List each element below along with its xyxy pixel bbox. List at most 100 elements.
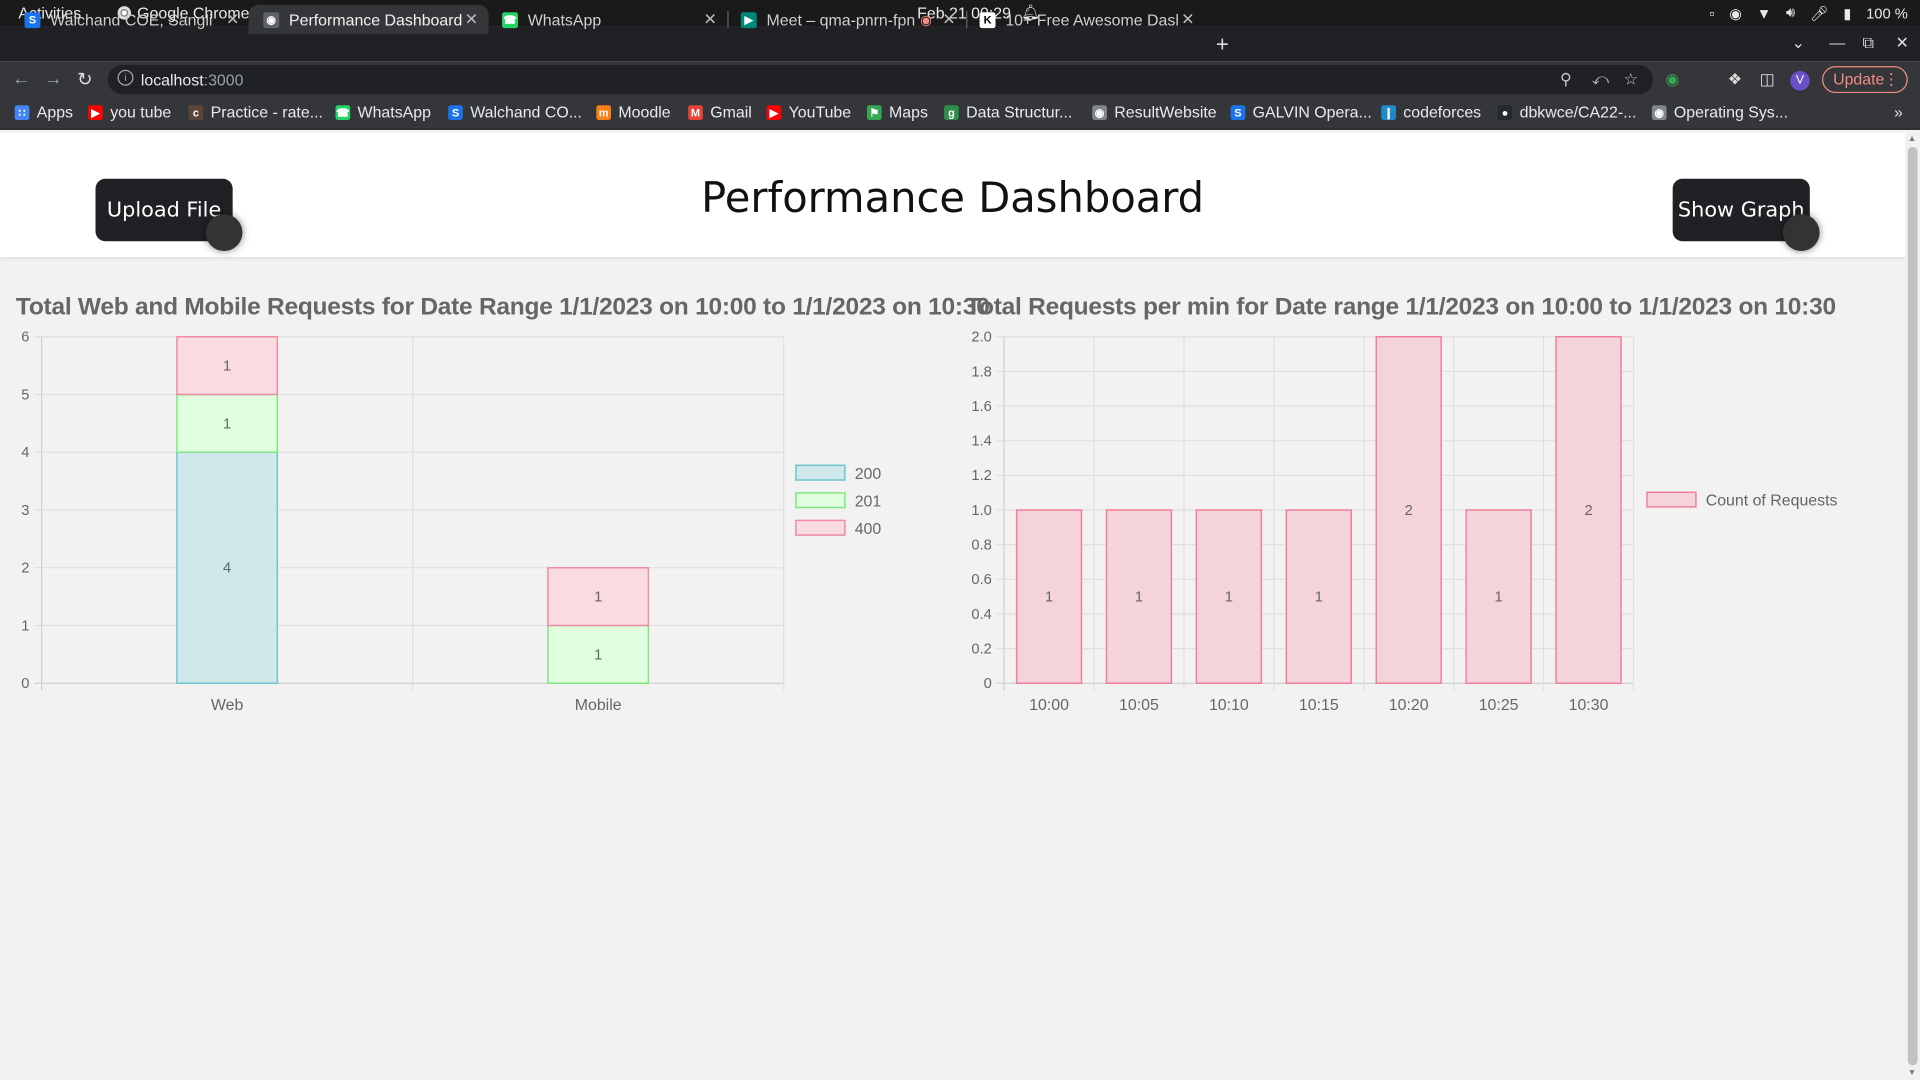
bookmark-label: Gmail (710, 102, 752, 122)
bar-value-label: 1 (223, 416, 231, 432)
y-tick-label: 1.0 (971, 503, 991, 519)
bookmark-dbkwce-ca22[interactable]: ● dbkwce/CA22-... (1497, 102, 1637, 122)
bar-value-label: 1 (594, 590, 602, 606)
forward-icon[interactable]: → (44, 69, 62, 90)
y-tick-label: 1.6 (971, 399, 991, 415)
y-tick-label: 0.6 (971, 572, 991, 588)
close-icon[interactable]: ✕ (1178, 10, 1198, 30)
bookmark-label: Apps (36, 102, 74, 122)
y-tick-label: 0.8 (971, 538, 991, 554)
tab-performance-dashboard[interactable]: ◉ Performance Dashboard ✕ (248, 4, 489, 35)
zoom-icon[interactable]: ⚲ (1560, 70, 1572, 90)
k-icon: K (979, 11, 996, 28)
legend-label: 201 (855, 493, 882, 510)
chart1-title: Total Web and Mobile Requests for Date R… (15, 293, 990, 321)
bar-value-label: 1 (1045, 590, 1053, 606)
bookmark-label: ResultWebsite (1114, 102, 1217, 122)
bookmarks-bar: ∷ Apps ▶ you tube c Practice - rate... ☎ WhatsA… (0, 97, 1920, 130)
bookmark-operating-sys[interactable]: ◉ Operating Sys... (1651, 103, 1788, 121)
microphone-icon: 🎤︎ (1809, 4, 1829, 22)
x-tick-label: Mobile (575, 697, 622, 714)
legend-label: 200 (855, 466, 882, 483)
close-icon[interactable]: ✕ (223, 10, 243, 30)
tab-walchand[interactable]: S Walchand COE, Sangli ✕ (10, 5, 252, 34)
gfg-icon: g (944, 104, 959, 120)
scroll-up-icon[interactable]: ▲ (1908, 135, 1916, 144)
show-graph-button[interactable]: Show Graph (1672, 178, 1820, 252)
y-tick-label: 1.4 (971, 434, 991, 450)
bar-value-label: 1 (1135, 590, 1143, 606)
bar-value-label: 4 (223, 561, 231, 577)
legend-swatch (795, 464, 846, 481)
restore-icon[interactable]: ⧉ (1862, 33, 1873, 53)
y-tick-label: 0 (21, 676, 29, 692)
app-header: Upload File Performance Dashboard Show G… (0, 132, 1906, 258)
bookmark-gmail[interactable]: M Gmail (688, 103, 752, 121)
bookmark-label: Data Structur... (966, 102, 1073, 122)
bookmark-whatsapp[interactable]: ☎ WhatsApp (335, 103, 431, 121)
system-tray[interactable]: ▫ ◉ ▼ 🔊︎ 🎤︎ ▮ 100 % (1709, 4, 1907, 22)
x-tick-label: 10:20 (1389, 697, 1429, 714)
volume-icon: 🔊︎ (1786, 3, 1796, 21)
bookmark-label: dbkwce/CA22-... (1519, 102, 1637, 122)
new-tab-button[interactable]: + (1216, 32, 1229, 58)
bar-value-label: 2 (1584, 503, 1592, 519)
battery-percent: 100 % (1866, 4, 1908, 22)
minimize-icon[interactable]: — (1829, 33, 1845, 51)
codeforces-icon: ❙ (1381, 104, 1396, 120)
site-info-icon[interactable]: i (117, 69, 134, 86)
close-icon[interactable]: ✕ (700, 10, 720, 30)
bar-value-label: 1 (1225, 590, 1233, 606)
whatsapp-icon: ☎ (335, 104, 351, 120)
page-scrollbar[interactable]: ▲ ▼ (1905, 132, 1920, 1080)
bookmark-label: YouTube (788, 102, 852, 122)
bookmark-star-icon[interactable]: ☆ (1624, 70, 1638, 90)
scroll-down-icon[interactable]: ▼ (1908, 1069, 1916, 1078)
bookmark-walchand-co[interactable]: S Walchand CO... (448, 103, 582, 121)
bookmark-apps[interactable]: ∷ Apps (14, 102, 74, 122)
reload-icon[interactable]: ↻ (77, 69, 92, 91)
y-tick-label: 0 (984, 676, 992, 692)
requests-per-minute-chart: 0 0.2 0.4 0.6 0.8 1.0 1.2 1.4 1.6 1.8 2.0 1 1 1 1 2 1 2 10… (971, 330, 1837, 715)
url-port: :3000 (203, 71, 244, 90)
bookmark-practice-rate[interactable]: c Practice - rate... (188, 102, 323, 122)
tab-title: Performance Dashboard (288, 10, 462, 29)
url-host: localhost (140, 71, 204, 90)
bar-value-label: 1 (594, 647, 602, 663)
extensions-icon[interactable]: ❖ (1728, 70, 1742, 90)
bookmark-label: Practice - rate... (210, 102, 323, 122)
back-icon[interactable]: ← (12, 69, 30, 90)
bar-value-label: 2 (1405, 503, 1413, 519)
side-panel-icon[interactable]: ◫ (1760, 70, 1775, 90)
x-tick-label: 10:25 (1479, 697, 1519, 714)
bookmark-label: Moodle (618, 102, 671, 122)
bookmark-you-tube[interactable]: ▶ you tube (88, 103, 171, 121)
bookmark-maps[interactable]: ⚑ Maps (866, 102, 928, 122)
scrollbar-thumb[interactable] (1907, 146, 1918, 1066)
bookmark-youtube[interactable]: ▶ YouTube (766, 102, 852, 122)
bookmark-label: Maps (888, 102, 928, 122)
close-icon[interactable]: ✕ (939, 10, 959, 30)
bookmark-codeforces[interactable]: ❙ codeforces (1381, 103, 1481, 121)
close-icon[interactable]: ✕ (462, 10, 482, 30)
legend-label: 400 (855, 521, 882, 538)
window-close-icon[interactable]: ✕ (1896, 33, 1909, 53)
address-bar[interactable]: i localhost:3000 ⚲ ⤺ ☆ (107, 64, 1654, 95)
bookmark-resultwebsite[interactable]: ◉ ResultWebsite (1092, 102, 1217, 122)
more-bookmarks-icon[interactable]: » (1894, 103, 1903, 121)
tab-whatsapp[interactable]: ☎ WhatsApp ✕ (487, 5, 729, 34)
profile-avatar[interactable]: V (1790, 71, 1810, 91)
tab-title: Walchand COE, Sangli (50, 10, 213, 29)
update-button[interactable]: Update ⋮ (1822, 66, 1908, 94)
bookmark-galvin-opera[interactable]: S GALVIN Opera... (1230, 103, 1372, 121)
bookmark-moodle[interactable]: m Moodle (596, 102, 671, 122)
share-icon[interactable]: ⤺ (1592, 70, 1609, 90)
y-tick-label: 2.0 (971, 330, 991, 346)
y-tick-label: 5 (21, 387, 29, 403)
tab-search-icon[interactable]: ⌄ (1791, 33, 1804, 53)
grammarly-icon[interactable]: ◉ (1665, 70, 1679, 90)
bookmark-data-structur[interactable]: g Data Structur... (944, 103, 1072, 121)
tab-dashboards-article[interactable]: K 10+ Free Awesome Dashb ✕ (965, 5, 1205, 34)
wifi-icon: ▼ (1756, 4, 1772, 22)
tab-meet[interactable]: ▶ Meet – qma-pnrn-fpn ◉ ✕ (726, 5, 968, 34)
